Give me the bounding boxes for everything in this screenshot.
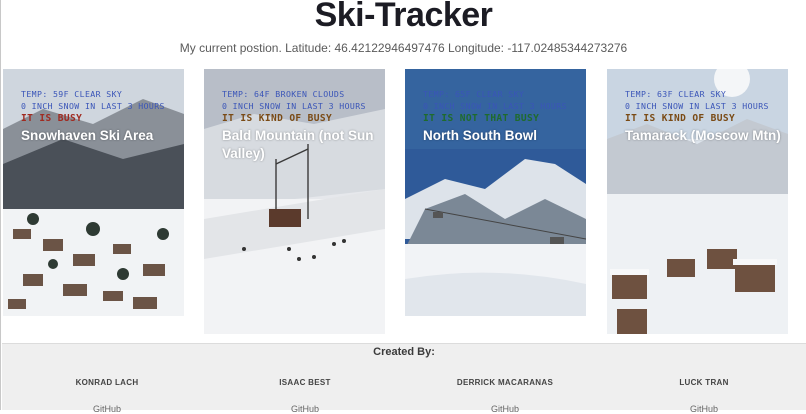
busy-status: IT IS NOT THAT BUSY bbox=[423, 113, 540, 124]
member-name: ISAAC BEST bbox=[279, 378, 331, 387]
team-member: DERRICK MACARANAS GitHub bbox=[445, 378, 565, 414]
github-link[interactable]: GitHub bbox=[644, 404, 764, 414]
member-name: DERRICK MACARANAS bbox=[456, 378, 554, 387]
resort-name[interactable]: Bald Mountain (not Sun Valley) bbox=[222, 127, 379, 163]
temp-text: TEMP: 65F CLEAR SKY bbox=[423, 89, 525, 99]
member-name: LUCK TRAN bbox=[679, 378, 729, 387]
snow-text: 0 INCH SNOW IN LAST 3 HOURS bbox=[222, 101, 366, 111]
resort-card-north-south-bowl[interactable]: TEMP: 65F CLEAR SKY 0 INCH SNOW IN LAST … bbox=[405, 69, 586, 316]
busy-status: IT IS KIND OF BUSY bbox=[625, 113, 736, 124]
resort-info: TEMP: 64F BROKEN CLOUDS 0 INCH SNOW IN L… bbox=[222, 88, 379, 163]
snow-text: 0 INCH SNOW IN LAST 3 HOURS bbox=[625, 101, 769, 111]
temp-text: TEMP: 59F CLEAR SKY bbox=[21, 89, 123, 99]
team-member: KONRAD LACH GitHub bbox=[47, 378, 167, 414]
resort-name[interactable]: North South Bowl bbox=[423, 127, 580, 145]
github-link[interactable]: GitHub bbox=[445, 404, 565, 414]
member-name: KONRAD LACH bbox=[75, 378, 139, 387]
resort-name[interactable]: Snowhaven Ski Area bbox=[21, 127, 178, 145]
resort-info: TEMP: 65F CLEAR SKY 0 INCH SNOW IN LAST … bbox=[423, 88, 580, 145]
snow-text: 0 INCH SNOW IN LAST 3 HOURS bbox=[21, 101, 165, 111]
resort-name[interactable]: Tamarack (Moscow Mtn) bbox=[625, 127, 782, 145]
temp-text: TEMP: 64F BROKEN CLOUDS bbox=[222, 89, 345, 99]
github-link[interactable]: GitHub bbox=[245, 404, 365, 414]
resort-card-snowhaven[interactable]: TEMP: 59F CLEAR SKY 0 INCH SNOW IN LAST … bbox=[3, 69, 184, 316]
team-member: ISAAC BEST GitHub bbox=[245, 378, 365, 414]
resort-card-tamarack[interactable]: TEMP: 63F CLEAR SKY 0 INCH SNOW IN LAST … bbox=[607, 69, 788, 334]
footer: Created By: KONRAD LACH GitHub ISAAC BES… bbox=[2, 343, 806, 414]
team-member: LUCK TRAN GitHub bbox=[644, 378, 764, 414]
resort-card-bald-mountain[interactable]: TEMP: 64F BROKEN CLOUDS 0 INCH SNOW IN L… bbox=[204, 69, 385, 334]
current-position-text: My current postion. Latitude: 46.4212294… bbox=[179, 41, 628, 55]
created-by-heading: Created By: bbox=[373, 346, 435, 358]
resort-info: TEMP: 63F CLEAR SKY 0 INCH SNOW IN LAST … bbox=[625, 88, 782, 145]
github-link[interactable]: GitHub bbox=[47, 404, 167, 414]
busy-status: IT IS BUSY bbox=[21, 113, 83, 124]
page-title: Ski-Tracker bbox=[314, 0, 493, 34]
temp-text: TEMP: 63F CLEAR SKY bbox=[625, 89, 727, 99]
snow-text: 0 INCH SNOW IN LAST 3 HOURS bbox=[423, 101, 567, 111]
resort-info: TEMP: 59F CLEAR SKY 0 INCH SNOW IN LAST … bbox=[21, 88, 178, 145]
busy-status: IT IS KIND OF BUSY bbox=[222, 113, 333, 124]
